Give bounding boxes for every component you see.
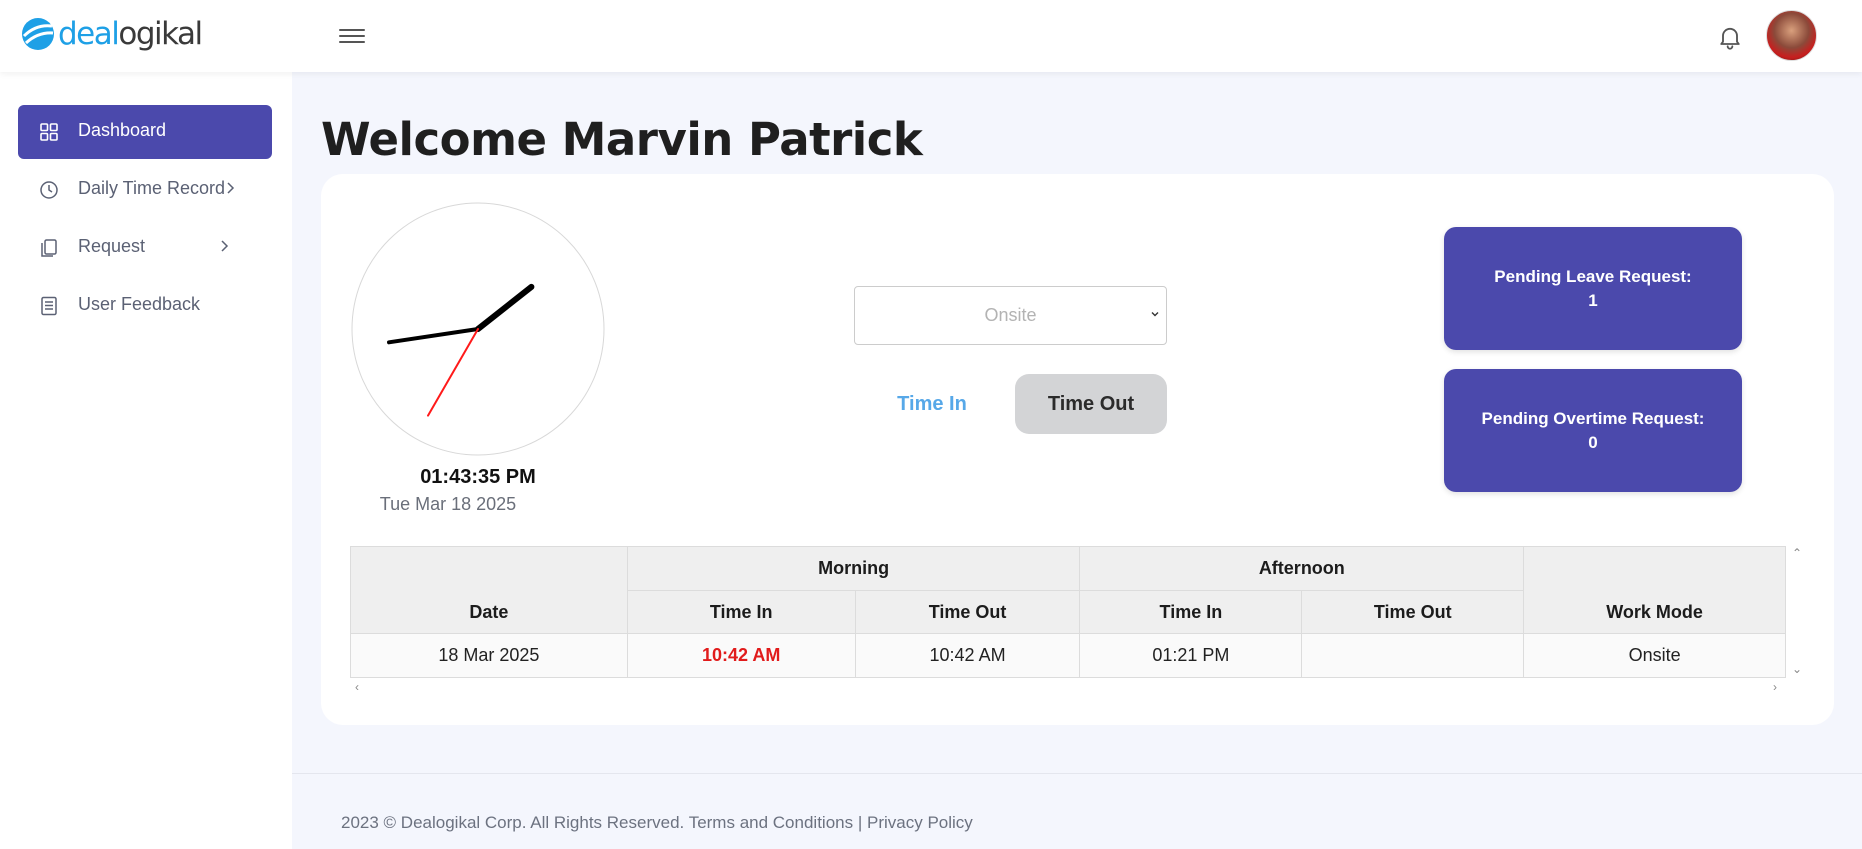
pending-overtime-label: Pending Overtime Request: xyxy=(1481,409,1705,428)
hamburger-icon[interactable] xyxy=(339,25,365,47)
footer-copyright: 2023 © Dealogikal Corp. All Rights Reser… xyxy=(341,813,685,832)
chevron-down-icon xyxy=(1151,312,1159,317)
time-record-table: Date Morning Afternoon Work Mode Time In… xyxy=(350,546,1786,678)
chevron-right-icon xyxy=(227,182,235,194)
time-in-button[interactable]: Time In xyxy=(866,374,998,434)
cell-date: 18 Mar 2025 xyxy=(350,633,628,678)
dashboard-card: 01:43:35 PM Tue Mar 18 2025 Onsite Time … xyxy=(321,174,1834,725)
grid-icon xyxy=(40,123,58,141)
terms-link[interactable]: Terms and Conditions xyxy=(689,813,853,832)
logo-text: dealogikal xyxy=(58,16,203,52)
chevron-right-icon xyxy=(221,240,229,252)
brand-logo[interactable]: dealogikal xyxy=(20,14,203,54)
clock-icon xyxy=(40,181,58,199)
scroll-right-arrow[interactable]: › xyxy=(1773,680,1777,694)
pending-leave-card[interactable]: Pending Leave Request: 1 xyxy=(1444,227,1742,350)
pending-leave-count: 1 xyxy=(1588,291,1598,310)
logo-icon xyxy=(22,18,54,50)
avatar[interactable] xyxy=(1766,10,1817,61)
top-navbar: dealogikal xyxy=(0,0,1862,72)
pending-leave-label: Pending Leave Request: xyxy=(1494,267,1692,286)
cell-afternoon-time-out xyxy=(1301,633,1525,678)
time-record-table-container[interactable]: Date Morning Afternoon Work Mode Time In… xyxy=(350,546,1786,678)
column-header-afternoon-time-in: Time In xyxy=(1079,590,1303,634)
column-header-date: Date xyxy=(350,546,628,634)
pending-overtime-count: 0 xyxy=(1588,433,1598,452)
page-title: Welcome Marvin Patrick xyxy=(321,113,923,166)
table-row: 18 Mar 2025 10:42 AM 10:42 AM 01:21 PM O… xyxy=(350,633,1786,678)
column-header-morning-time-in: Time In xyxy=(626,590,856,634)
copy-icon xyxy=(41,239,57,257)
sidebar-item-label: Request xyxy=(78,236,146,256)
group-header-afternoon: Afternoon xyxy=(1079,546,1525,591)
bell-icon[interactable] xyxy=(1716,23,1744,51)
footer-separator: | xyxy=(857,813,863,832)
scroll-down-arrow[interactable]: ⌄ xyxy=(1792,662,1802,676)
sidebar-item-user-feedback[interactable]: User Feedback xyxy=(18,279,272,333)
work-mode-value: Onsite xyxy=(984,305,1037,325)
sidebar-item-daily-time-record[interactable]: Daily Time Record xyxy=(18,163,272,217)
document-icon xyxy=(41,296,57,316)
sidebar-item-label: User Feedback xyxy=(78,294,201,314)
cell-afternoon-time-in: 01:21 PM xyxy=(1079,633,1303,678)
sidebar-item-dashboard[interactable]: Dashboard xyxy=(18,105,272,159)
scroll-up-arrow[interactable]: ⌃ xyxy=(1792,546,1802,560)
cell-morning-time-out: 10:42 AM xyxy=(854,633,1081,678)
scroll-left-arrow[interactable]: ‹ xyxy=(355,680,359,694)
cell-morning-time-in: 10:42 AM xyxy=(626,633,856,678)
column-header-afternoon-time-out: Time Out xyxy=(1301,590,1525,634)
time-out-button[interactable]: Time Out xyxy=(1015,374,1167,434)
group-header-morning: Morning xyxy=(626,546,1081,591)
footer: 2023 © Dealogikal Corp. All Rights Reser… xyxy=(341,813,973,833)
privacy-link[interactable]: Privacy Policy xyxy=(867,813,973,832)
work-mode-select[interactable]: Onsite xyxy=(854,286,1167,345)
digital-time: 01:43:35 PM xyxy=(420,466,536,488)
sidebar-item-label: Dashboard xyxy=(78,120,167,140)
footer-divider xyxy=(292,773,1862,774)
column-header-work-mode: Work Mode xyxy=(1523,546,1786,634)
column-header-morning-time-out: Time Out xyxy=(854,590,1081,634)
pending-overtime-card[interactable]: Pending Overtime Request: 0 xyxy=(1444,369,1742,492)
current-date: Tue Mar 18 2025 xyxy=(379,494,517,514)
sidebar: Dashboard Daily Time Record Request User… xyxy=(0,72,292,849)
sidebar-item-label: Daily Time Record xyxy=(78,178,226,198)
analog-clock xyxy=(351,202,605,456)
cell-work-mode: Onsite xyxy=(1523,633,1786,678)
sidebar-item-request[interactable]: Request xyxy=(18,221,272,275)
